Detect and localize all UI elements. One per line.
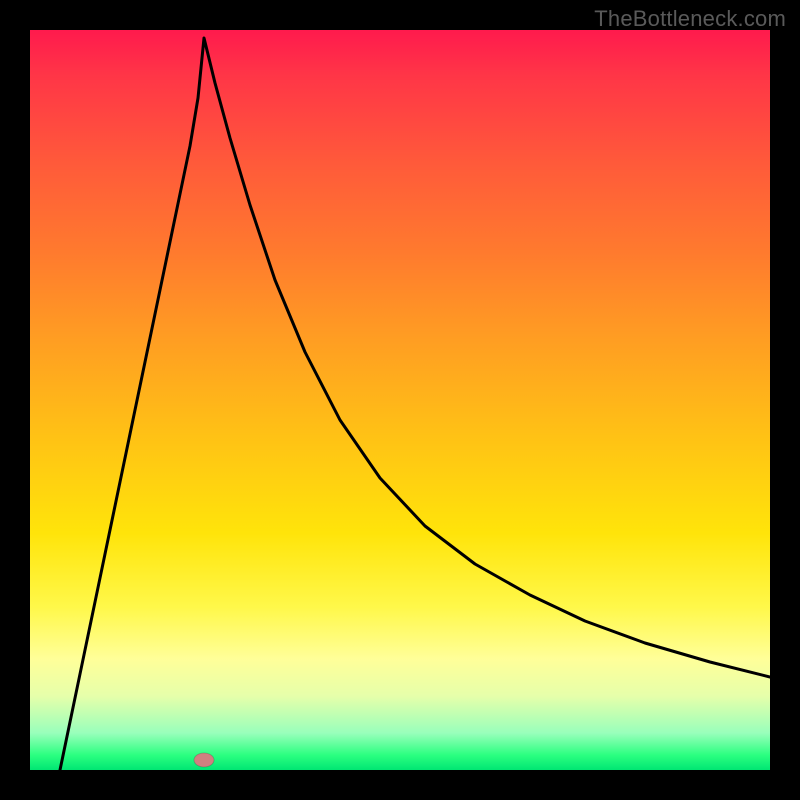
watermark-text: TheBottleneck.com: [594, 6, 786, 32]
gradient-background: [30, 30, 770, 770]
chart-container: TheBottleneck.com: [0, 0, 800, 800]
